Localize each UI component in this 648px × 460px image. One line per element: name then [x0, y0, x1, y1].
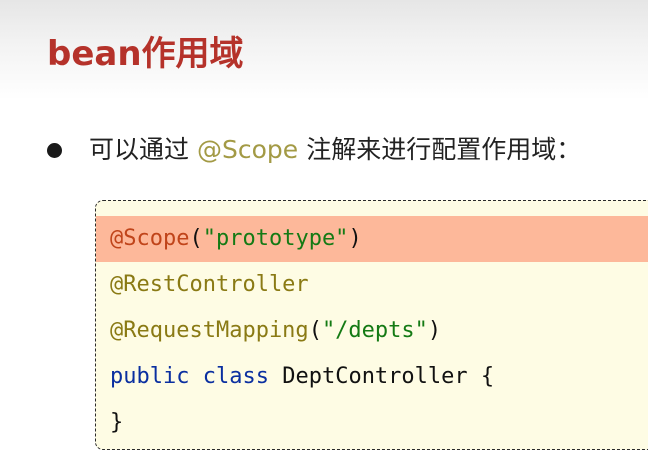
scope-annotation: @Scope	[110, 226, 190, 251]
requestmapping-annotation: @RequestMapping	[110, 318, 309, 343]
keyword-class: class	[202, 364, 269, 389]
code-line-closing-brace: }	[96, 400, 648, 446]
bullet-annotation: @Scope	[197, 135, 299, 164]
scope-value-string: "prototype"	[202, 226, 349, 251]
paren-open: (	[189, 226, 203, 251]
keyword-public: public	[110, 364, 190, 389]
code-line-requestmapping: @RequestMapping("/depts")	[96, 308, 648, 354]
page-title: bean作用域	[47, 34, 244, 74]
bullet-dot-icon	[47, 142, 62, 158]
bullet-text-before: 可以通过	[89, 135, 190, 164]
code-line-restcontroller: @RestController	[96, 262, 648, 308]
closing-brace: }	[110, 410, 124, 435]
bullet-item: 可以通过 @Scope 注解来进行配置作用域：	[47, 130, 581, 170]
paren-open: (	[308, 318, 322, 343]
bullet-text-after: 注解来进行配置作用域：	[306, 135, 582, 164]
requestmapping-path-string: "/depts"	[321, 318, 428, 343]
bullet-text: 可以通过 @Scope 注解来进行配置作用域：	[89, 130, 581, 170]
class-name: DeptController {	[282, 364, 495, 389]
restcontroller-annotation: @RestController	[110, 272, 309, 297]
code-block: @Scope("prototype") @RestController @Req…	[95, 200, 648, 450]
code-line-scope: @Scope("prototype")	[96, 216, 648, 262]
paren-close: )	[427, 318, 442, 343]
code-line-class-declaration: public class DeptController {	[96, 354, 648, 400]
paren-close: )	[348, 226, 362, 251]
